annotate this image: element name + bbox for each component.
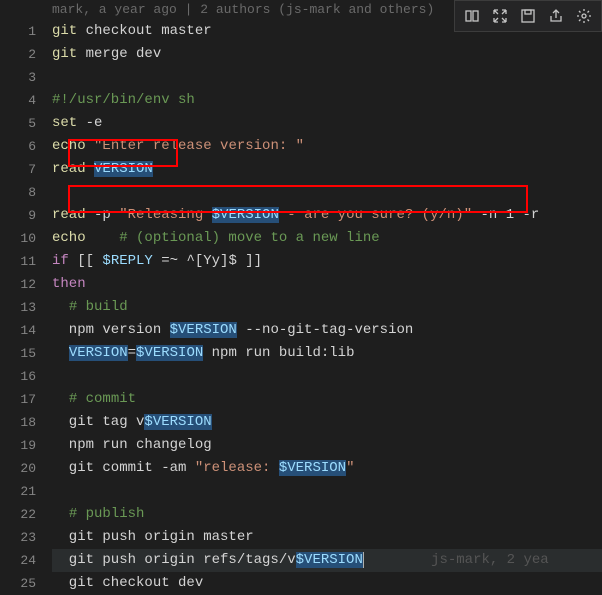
line-number: 17 (0, 388, 36, 411)
line-number: 24 (0, 549, 36, 572)
code-line[interactable] (52, 365, 602, 388)
line-number: 14 (0, 319, 36, 342)
line-number: 16 (0, 365, 36, 388)
line-number: 20 (0, 457, 36, 480)
line-number: 22 (0, 503, 36, 526)
line-number: 12 (0, 273, 36, 296)
code-line[interactable]: set -e (52, 112, 602, 135)
line-number: 11 (0, 250, 36, 273)
code-line[interactable]: git tag v$VERSION (52, 411, 602, 434)
line-number: 10 (0, 227, 36, 250)
code-line[interactable]: git merge dev (52, 43, 602, 66)
code-line[interactable]: git commit -am "release: $VERSION" (52, 457, 602, 480)
line-number: 21 (0, 480, 36, 503)
line-number: 18 (0, 411, 36, 434)
code-line[interactable]: read VERSION (52, 158, 602, 181)
line-number: 5 (0, 112, 36, 135)
inline-git-blame: js-mark, 2 yea (364, 552, 549, 568)
line-number: 9 (0, 204, 36, 227)
line-number: 19 (0, 434, 36, 457)
code-line[interactable]: echo "Enter release version: " (52, 135, 602, 158)
code-line[interactable]: VERSION=$VERSION npm run build:lib (52, 342, 602, 365)
code-editor[interactable]: 1234567891011121314151617181920212223242… (0, 20, 602, 577)
line-number: 1 (0, 20, 36, 43)
code-line[interactable]: npm version $VERSION --no-git-tag-versio… (52, 319, 602, 342)
code-line[interactable]: git push origin refs/tags/v$VERSION js-m… (52, 549, 602, 572)
line-number: 25 (0, 572, 36, 595)
git-blame-header: mark, a year ago | 2 authors (js-mark an… (52, 0, 434, 19)
line-number: 3 (0, 66, 36, 89)
code-line[interactable]: # commit (52, 388, 602, 411)
code-line[interactable]: git checkout dev (52, 572, 602, 595)
code-line[interactable]: then (52, 273, 602, 296)
line-number: 23 (0, 526, 36, 549)
line-number-gutter: 1234567891011121314151617181920212223242… (0, 20, 52, 577)
code-line[interactable]: if [[ $REPLY =~ ^[Yy]$ ]] (52, 250, 602, 273)
code-area[interactable]: git checkout mastergit merge dev #!/usr/b… (52, 20, 602, 577)
code-line[interactable]: #!/usr/bin/env sh (52, 89, 602, 112)
line-number: 6 (0, 135, 36, 158)
code-line[interactable]: git checkout master (52, 20, 602, 43)
code-line[interactable] (52, 181, 602, 204)
code-line[interactable]: # build (52, 296, 602, 319)
line-number: 15 (0, 342, 36, 365)
line-number: 13 (0, 296, 36, 319)
line-number: 2 (0, 43, 36, 66)
line-number: 7 (0, 158, 36, 181)
code-line[interactable]: read -p "Releasing $VERSION - are you su… (52, 204, 602, 227)
line-number: 4 (0, 89, 36, 112)
code-line[interactable]: npm run changelog (52, 434, 602, 457)
code-line[interactable] (52, 480, 602, 503)
code-line[interactable]: git push origin master (52, 526, 602, 549)
code-line[interactable]: echo # (optional) move to a new line (52, 227, 602, 250)
line-number: 8 (0, 181, 36, 204)
code-line[interactable] (52, 66, 602, 89)
code-line[interactable]: # publish (52, 503, 602, 526)
